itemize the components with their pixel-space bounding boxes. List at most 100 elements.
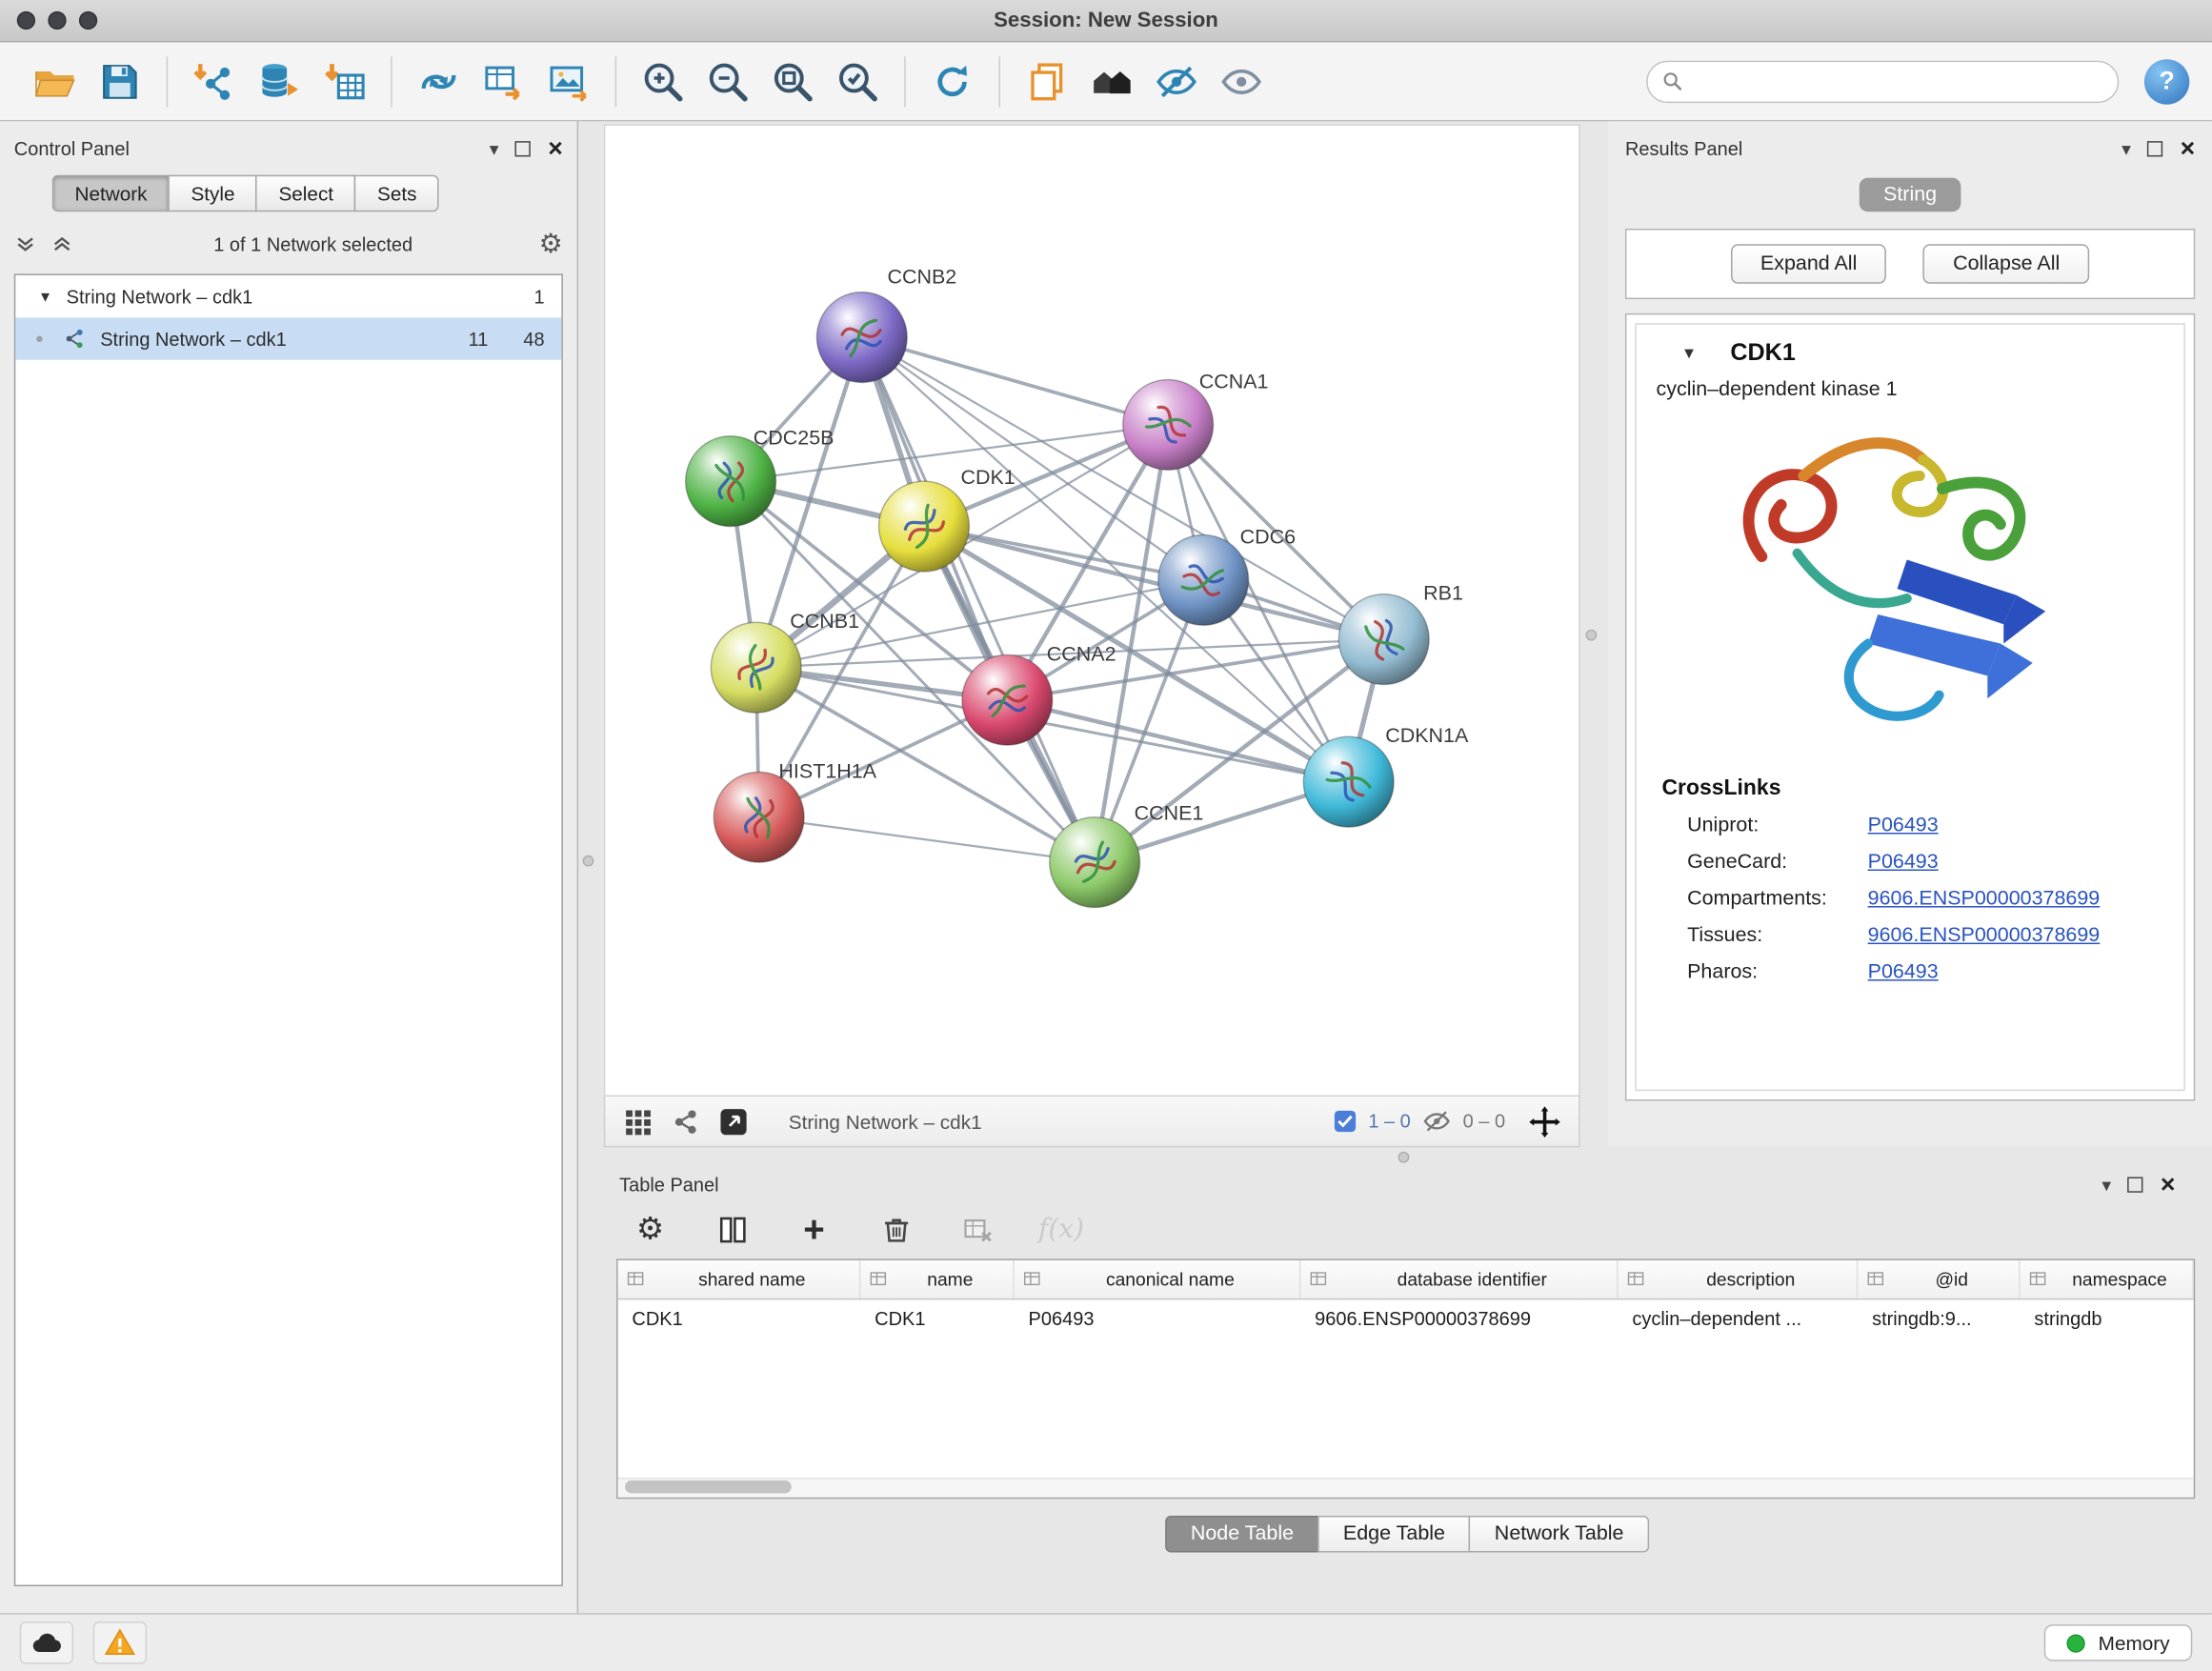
expand-all-button[interactable]: Expand All — [1731, 244, 1887, 283]
table-cell[interactable]: 9606.ENSP00000378699 — [1300, 1308, 1618, 1329]
network-node-hist1h1a[interactable] — [714, 772, 804, 862]
show-graphics-button[interactable] — [1209, 49, 1274, 113]
panel-float-icon[interactable] — [515, 140, 531, 155]
table-cell[interactable]: CDK1 — [860, 1308, 1014, 1329]
export-table-button[interactable] — [472, 49, 536, 113]
delete-column-button[interactable] — [875, 1208, 916, 1250]
horizontal-splitter-handle[interactable] — [1398, 1152, 1410, 1163]
network-node-ccnb2[interactable] — [816, 292, 907, 383]
tab-network[interactable]: Network — [52, 175, 170, 212]
vertical-splitter-handle[interactable] — [583, 856, 594, 867]
panel-close-icon[interactable]: × — [548, 135, 563, 161]
network-edge[interactable] — [759, 817, 1095, 862]
warnings-button[interactable] — [93, 1621, 147, 1663]
zoom-selected-button[interactable] — [825, 49, 890, 113]
crosslink-link[interactable]: 9606.ENSP00000378699 — [1868, 888, 2101, 911]
hide-graphics-button[interactable] — [1144, 49, 1209, 113]
network-edge[interactable] — [862, 337, 1095, 862]
network-node-cdk1[interactable] — [879, 481, 970, 572]
table-cell[interactable]: CDK1 — [618, 1308, 861, 1329]
collapse-all-button[interactable]: Collapse All — [1923, 244, 2089, 283]
birds-eye-view-button[interactable] — [622, 1106, 654, 1137]
table-cell[interactable]: cyclin–dependent ... — [1619, 1308, 1859, 1329]
tab-network-table[interactable]: Network Table — [1469, 1516, 1649, 1553]
network-canvas[interactable]: CCNB2CCNA1CDC25BCDK1CDC6RB1CCNB1CCNA2CDK… — [604, 124, 1580, 1097]
network-edge[interactable] — [862, 337, 1168, 425]
zoom-fit-button[interactable] — [760, 49, 825, 113]
import-network-file-button[interactable] — [182, 49, 247, 113]
column-header[interactable]: name — [860, 1260, 1014, 1299]
table-cell[interactable]: P06493 — [1015, 1308, 1301, 1329]
column-header[interactable]: namespace — [2021, 1260, 2194, 1299]
column-header[interactable]: @id — [1858, 1260, 2020, 1299]
disclosure-triangle-icon[interactable]: ▾ — [41, 287, 50, 307]
new-network-button[interactable] — [406, 49, 471, 113]
panel-close-icon[interactable]: × — [2161, 1172, 2176, 1198]
refresh-button[interactable] — [920, 49, 985, 113]
network-node-rb1[interactable] — [1338, 594, 1429, 685]
network-node-ccne1[interactable] — [1050, 817, 1140, 908]
network-node-cdc6[interactable] — [1158, 534, 1249, 625]
cloud-status-button[interactable] — [20, 1621, 73, 1663]
tab-style[interactable]: Style — [169, 175, 257, 212]
table-settings-gear-icon[interactable]: ⚙ — [629, 1208, 671, 1250]
network-node-ccna2[interactable] — [962, 654, 1053, 745]
memory-button[interactable]: Memory — [2044, 1624, 2192, 1661]
network-node-ccna1[interactable] — [1123, 379, 1214, 470]
network-options-gear-icon[interactable]: ⚙ — [539, 231, 563, 257]
column-header[interactable]: shared name — [618, 1260, 861, 1299]
panel-close-icon[interactable]: × — [2181, 135, 2196, 161]
collapse-all-icon[interactable] — [50, 232, 73, 255]
search-input[interactable] — [1692, 70, 2103, 92]
string-results-tab[interactable]: String — [1860, 178, 1961, 212]
zoom-window-button[interactable] — [79, 11, 97, 30]
crosslink-link[interactable]: P06493 — [1868, 851, 1939, 874]
zoom-in-button[interactable] — [631, 49, 695, 113]
crosslink-link[interactable]: P06493 — [1868, 961, 1939, 984]
vertical-splitter-handle[interactable] — [1585, 630, 1597, 641]
export-image-button[interactable] — [536, 49, 601, 113]
open-in-new-window-button[interactable] — [718, 1106, 750, 1137]
panel-float-icon[interactable] — [2148, 140, 2163, 155]
titlebar[interactable]: Session: New Session — [0, 0, 2212, 42]
hidden-eye-slash-icon[interactable] — [1422, 1106, 1452, 1136]
home-button[interactable] — [1079, 49, 1144, 113]
fit-content-crosshair-icon[interactable] — [1528, 1104, 1562, 1138]
network-node-cdc25b[interactable] — [686, 436, 776, 527]
panel-menu-chevron-icon[interactable]: ▾ — [2101, 1175, 2111, 1193]
panel-menu-chevron-icon[interactable]: ▾ — [2122, 139, 2131, 157]
zoom-out-button[interactable] — [695, 49, 760, 113]
network-graph[interactable]: CCNB2CCNA1CDC25BCDK1CDC6RB1CCNB1CCNA2CDK… — [605, 126, 1579, 1096]
network-collection-row[interactable]: ▾ String Network – cdk1 1 — [15, 275, 561, 317]
network-row[interactable]: ● String Network – cdk1 11 48 — [15, 317, 561, 359]
show-columns-button[interactable] — [711, 1208, 753, 1250]
table-cell[interactable]: stringdb — [2021, 1308, 2194, 1329]
crosslink-link[interactable]: 9606.ENSP00000378699 — [1868, 924, 2101, 947]
crosslink-link[interactable]: P06493 — [1868, 815, 1939, 837]
tab-sets[interactable]: Sets — [354, 175, 439, 212]
horizontal-scrollbar-thumb[interactable] — [625, 1480, 792, 1493]
network-edge[interactable] — [924, 527, 1384, 640]
help-button[interactable]: ? — [2144, 58, 2189, 103]
tab-select[interactable]: Select — [256, 175, 356, 212]
panel-float-icon[interactable] — [2128, 1177, 2143, 1192]
network-node-cdkn1a[interactable] — [1303, 736, 1394, 827]
save-session-button[interactable] — [88, 49, 152, 113]
add-column-button[interactable]: + — [793, 1208, 835, 1250]
horizontal-scrollbar-track[interactable] — [618, 1478, 2194, 1498]
network-overview-button[interactable] — [670, 1106, 701, 1137]
column-header[interactable]: database identifier — [1300, 1260, 1618, 1299]
column-header[interactable]: description — [1619, 1260, 1859, 1299]
section-disclosure-icon[interactable]: ▾ — [1684, 341, 1694, 364]
function-builder-button[interactable]: f(x) — [1038, 1214, 1084, 1245]
table-cell[interactable]: stringdb:9... — [1858, 1308, 2020, 1329]
minimize-window-button[interactable] — [48, 11, 66, 30]
selected-checkbox-icon[interactable] — [1333, 1109, 1357, 1133]
import-table-button[interactable] — [312, 49, 376, 113]
delete-table-button[interactable] — [956, 1208, 998, 1250]
copy-button[interactable] — [1015, 49, 1079, 113]
tab-node-table[interactable]: Node Table — [1165, 1516, 1319, 1553]
gene-section-header[interactable]: ▾ CDK1 — [1637, 331, 2184, 375]
import-network-database-button[interactable] — [247, 49, 312, 113]
open-session-button[interactable] — [23, 49, 88, 113]
